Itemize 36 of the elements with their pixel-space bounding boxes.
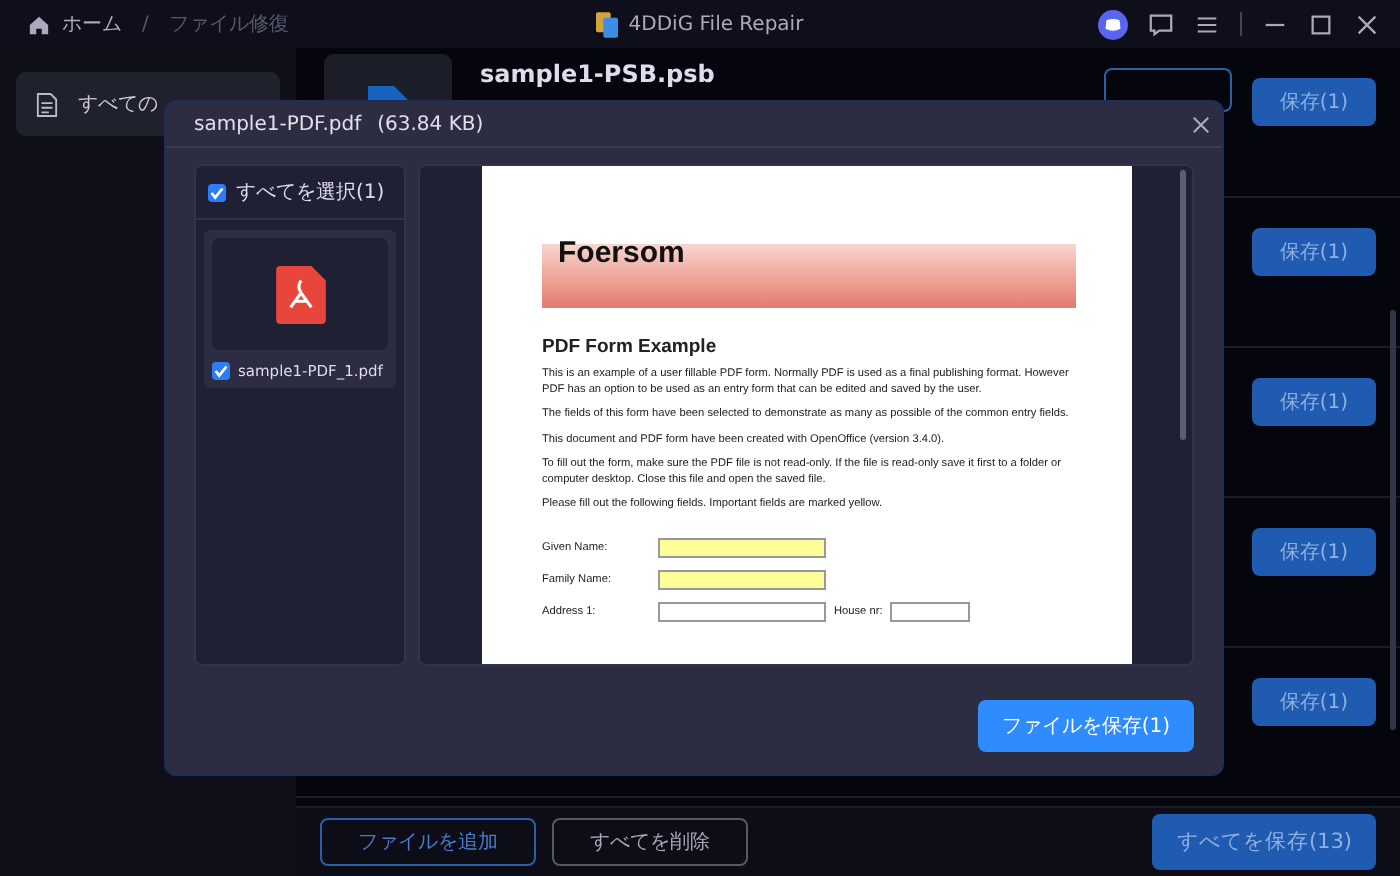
- save-file-button[interactable]: ファイルを保存(1): [977, 700, 1194, 752]
- file-name: sample1-PSB.psb: [480, 60, 715, 88]
- form-field[interactable]: [658, 569, 826, 590]
- chat-icon[interactable]: [1148, 11, 1174, 37]
- breadcrumb[interactable]: ファイル修復: [168, 10, 289, 38]
- close-icon[interactable]: [1354, 11, 1380, 37]
- save-button[interactable]: 保存(1): [1251, 378, 1376, 426]
- breadcrumb[interactable]: ホーム: [62, 10, 122, 38]
- add-file-button[interactable]: ファイルを追加: [320, 818, 536, 866]
- scrollbar[interactable]: [1180, 170, 1186, 440]
- file-checkbox[interactable]: [212, 362, 230, 380]
- save-button[interactable]: 保存(1): [1251, 228, 1376, 276]
- save-button[interactable]: 保存(1): [1251, 678, 1376, 726]
- maximize-icon[interactable]: [1308, 11, 1334, 37]
- save-all-button[interactable]: すべてを保存(13): [1152, 814, 1376, 870]
- form-field[interactable]: [658, 601, 826, 622]
- save-button[interactable]: 保存(1): [1251, 78, 1376, 126]
- close-icon[interactable]: [1192, 115, 1210, 133]
- document-icon: [36, 91, 58, 117]
- delete-all-button[interactable]: すべてを削除: [552, 818, 748, 866]
- app-logo-icon: [596, 11, 619, 37]
- logo-text: Foersom: [558, 236, 685, 270]
- home-icon[interactable]: [28, 13, 50, 35]
- select-all-checkbox[interactable]: [208, 183, 226, 201]
- menu-icon[interactable]: [1194, 11, 1220, 37]
- pdf-file-icon: [275, 265, 325, 323]
- save-button[interactable]: 保存(1): [1251, 528, 1376, 576]
- window-title: 4DDiG File Repair: [628, 13, 804, 35]
- document-heading: PDF Form Example: [542, 336, 719, 358]
- breadcrumb-separator: /: [142, 13, 149, 35]
- sidebar-label: すべての: [78, 92, 158, 118]
- file-size: (63.84 KB): [377, 113, 484, 135]
- form-field[interactable]: [658, 537, 826, 558]
- form-field[interactable]: [890, 601, 970, 622]
- select-all-label: すべてを選択(1): [236, 180, 385, 206]
- scrollbar[interactable]: [1390, 310, 1396, 730]
